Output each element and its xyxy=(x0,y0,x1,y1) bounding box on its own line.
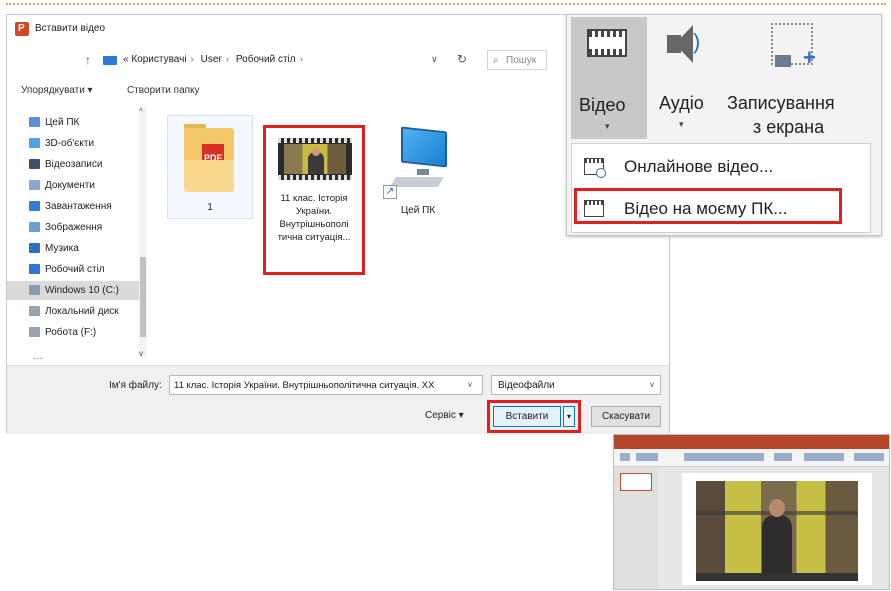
chevron-up-icon[interactable]: ^ xyxy=(139,107,143,116)
ribbon-media-group: Відео ▾ ) Аудіо ▾ + Записування з екрана… xyxy=(566,14,882,236)
search-placeholder: Пошук xyxy=(506,55,537,66)
globe-icon xyxy=(596,168,606,178)
folder-icon xyxy=(29,159,40,169)
filename-label: Ім'я файлу: xyxy=(109,380,162,391)
sidebar-item-label: 3D-об'єкти xyxy=(45,138,95,149)
navigation-pane: Цей ПК 3D-об'єкти Відеозаписи Документи Зава… xyxy=(7,113,147,363)
sidebar-item[interactable]: Музика xyxy=(7,239,139,258)
sidebar-item-label: Робота (F:) xyxy=(45,327,97,338)
up-arrow-icon[interactable]: ↑ xyxy=(85,53,91,67)
sidebar-item-label: Цей ПК xyxy=(45,117,80,128)
ppt-ribbon xyxy=(614,449,889,467)
sidebar-item[interactable]: Локальний диск xyxy=(7,302,139,321)
folder-icon xyxy=(29,180,40,190)
menu-item-label: Онлайнове відео... xyxy=(624,157,774,176)
sidebar-item[interactable]: Windows 10 (C:) xyxy=(7,281,139,300)
slide-canvas xyxy=(682,473,872,585)
computer-icon xyxy=(401,126,447,168)
dialog-title: Вставити відео xyxy=(35,23,106,34)
search-input[interactable]: ⌕ Пошук xyxy=(487,50,547,70)
sidebar-item-label: Локальний диск xyxy=(45,306,119,317)
breadcrumb[interactable]: « Користувачі › User › Робочий стіл › xyxy=(123,54,307,65)
folder-icon xyxy=(29,306,40,316)
folder-icon xyxy=(103,56,117,65)
screen-recording-label: Записування xyxy=(727,93,835,113)
folder-icon xyxy=(29,117,40,127)
sidebar-item-label: Відеозаписи xyxy=(45,159,103,170)
breadcrumb-item[interactable]: Користувачі xyxy=(131,54,186,65)
refresh-icon[interactable]: ↻ xyxy=(457,52,467,66)
video-dropdown-menu: Онлайнове відео... Відео на моєму ПК... xyxy=(571,143,871,233)
tools-label: Сервіс xyxy=(425,410,456,421)
sidebar-item[interactable]: Завантаження xyxy=(7,197,139,216)
powerpoint-icon xyxy=(15,22,29,36)
sidebar-item[interactable]: Цей ПК xyxy=(7,113,139,132)
sidebar-item-label: Windows 10 (C:) xyxy=(45,285,119,296)
video-thumbnail xyxy=(278,138,352,180)
sidebar-item[interactable]: Відеозаписи xyxy=(7,155,139,174)
folder-item[interactable]: PDF 1 xyxy=(167,115,253,219)
sidebar-item[interactable]: Документи xyxy=(7,176,139,195)
sidebar-item[interactable]: Зображення xyxy=(7,218,139,237)
chevron-down-icon: ▾ xyxy=(605,121,610,131)
folder-icon xyxy=(29,285,40,295)
nav-more: … xyxy=(33,351,43,362)
menu-item-online-video[interactable]: Онлайнове відео... xyxy=(572,148,870,186)
sidebar-item-label: Завантаження xyxy=(45,201,112,212)
chevron-down-icon[interactable]: ∨ xyxy=(431,54,438,65)
video-file-item[interactable]: 11 клас. Історія України. Внутрішньополі… xyxy=(263,125,365,275)
folder-icon xyxy=(29,327,40,337)
chevron-down-icon[interactable]: v xyxy=(139,349,143,358)
dialog-bottom-bar: Ім'я файлу: 11 клас. Історія України. Вн… xyxy=(7,365,669,434)
sidebar-item-label: Робочий стіл xyxy=(45,264,105,275)
embedded-video[interactable] xyxy=(696,481,858,573)
new-folder-button[interactable]: Створити папку xyxy=(127,85,200,96)
shortcut-arrow-icon: ↗ xyxy=(383,185,397,199)
scroll-thumb[interactable] xyxy=(140,257,146,337)
dotted-border xyxy=(6,3,886,5)
file-name: Цей ПК xyxy=(400,205,436,216)
file-name: 1 xyxy=(207,202,213,213)
cancel-button[interactable]: Скасувати xyxy=(591,406,661,427)
chevron-down-icon: ▾ xyxy=(679,119,684,129)
tools-button[interactable]: Сервіс ▾ xyxy=(425,410,464,421)
sidebar-item[interactable]: Робочий стіл xyxy=(7,260,139,279)
folder-icon xyxy=(29,201,40,211)
file-name: 11 клас. Історія України. Внутрішньополі… xyxy=(277,193,351,243)
breadcrumb-prefix: « xyxy=(123,54,129,65)
ppt-titlebar xyxy=(614,435,889,444)
breadcrumb-item[interactable]: Робочий стіл xyxy=(236,54,296,65)
sidebar-item[interactable]: Робота (F:) xyxy=(7,323,139,342)
sidebar-item-label: Документи xyxy=(45,180,95,191)
this-pc-item[interactable]: ↗ Цей ПК xyxy=(379,126,457,229)
insert-dropdown-button[interactable]: ▾ xyxy=(563,406,575,427)
search-icon: ⌕ xyxy=(493,55,499,66)
audio-label: Аудіо xyxy=(659,93,704,113)
chevron-down-icon[interactable]: ∨ xyxy=(649,380,655,389)
nav-scrollbar[interactable] xyxy=(139,107,147,357)
folder-icon xyxy=(29,243,40,253)
video-button[interactable]: Відео ▾ xyxy=(571,17,647,139)
chevron-down-icon[interactable]: ∨ xyxy=(467,380,473,389)
screen-recording-label: з екрана xyxy=(753,117,825,137)
breadcrumb-item[interactable]: User xyxy=(201,54,222,65)
sidebar-item-label: Зображення xyxy=(45,222,103,233)
sidebar-item[interactable]: 3D-об'єкти xyxy=(7,134,139,153)
folder-icon xyxy=(29,222,40,232)
filename-input[interactable]: 11 клас. Історія України. Внутрішньополі… xyxy=(169,375,483,395)
video-controls[interactable] xyxy=(696,573,858,581)
slide-thumbnails-pane xyxy=(614,467,658,589)
video-icon xyxy=(587,29,627,57)
sidebar-item-label: Музика xyxy=(45,243,79,254)
filetype-select[interactable]: Відеофайли xyxy=(491,375,661,395)
video-label: Відео xyxy=(579,95,626,115)
powerpoint-window-thumbnail xyxy=(613,434,890,590)
slide-thumbnail[interactable] xyxy=(620,473,652,491)
insert-button[interactable]: Вставити xyxy=(493,406,561,427)
folder-icon xyxy=(29,138,40,148)
organize-button[interactable]: Упорядкувати ▾ xyxy=(21,85,93,96)
menu-highlight xyxy=(574,188,842,224)
folder-icon xyxy=(29,264,40,274)
